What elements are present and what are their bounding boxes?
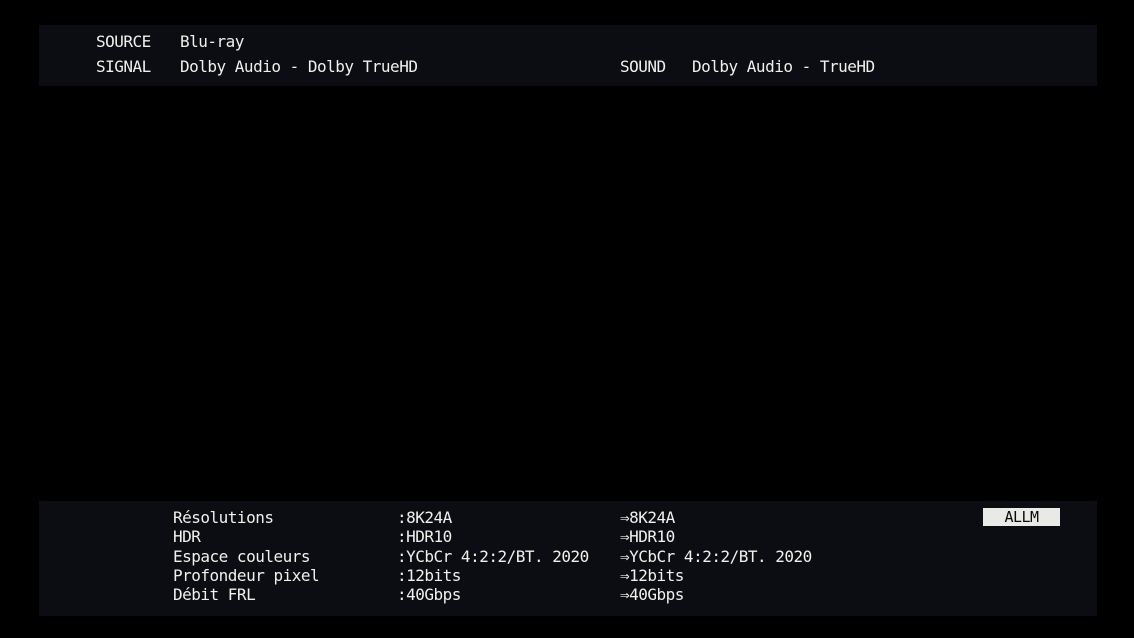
source-value: Blu-ray [180,34,244,50]
info-row-input: :8K24A [397,510,452,526]
info-row-input: :40Gbps [397,587,461,603]
info-row-output: ⇒8K24A [620,510,675,526]
signal-info-panel: Résolutions :8K24A ⇒8K24A HDR :HDR10 ⇒HD… [39,501,1097,616]
source-label: SOURCE [96,34,151,50]
sound-label: SOUND [620,59,666,75]
info-row-input: :HDR10 [397,529,452,545]
info-row-label: HDR [173,529,200,545]
info-row-input: :12bits [397,568,461,584]
info-row-frl-rate: Débit FRL :40Gbps ⇒40Gbps [39,587,1097,606]
info-row-hdr: HDR :HDR10 ⇒HDR10 [39,529,1097,548]
info-row-output: ⇒YCbCr 4:2:2/BT. 2020 [620,549,812,565]
top-info-bar: SOURCE Blu-ray SIGNAL Dolby Audio - Dolb… [39,25,1097,86]
info-row-label: Espace couleurs [173,549,310,565]
signal-label: SIGNAL [96,59,151,75]
info-row-input: :YCbCr 4:2:2/BT. 2020 [397,549,589,565]
info-row-label: Résolutions [173,510,273,526]
allm-status-badge: ALLM [983,508,1060,526]
info-row-output: ⇒40Gbps [620,587,684,603]
signal-value: Dolby Audio - Dolby TrueHD [180,59,417,75]
info-row-label: Profondeur pixel [173,568,319,584]
sound-value: Dolby Audio - TrueHD [692,59,875,75]
info-row-label: Débit FRL [173,587,255,603]
info-row-output: ⇒HDR10 [620,529,675,545]
info-row-output: ⇒12bits [620,568,684,584]
osd-screen: SOURCE Blu-ray SIGNAL Dolby Audio - Dolb… [0,0,1134,638]
